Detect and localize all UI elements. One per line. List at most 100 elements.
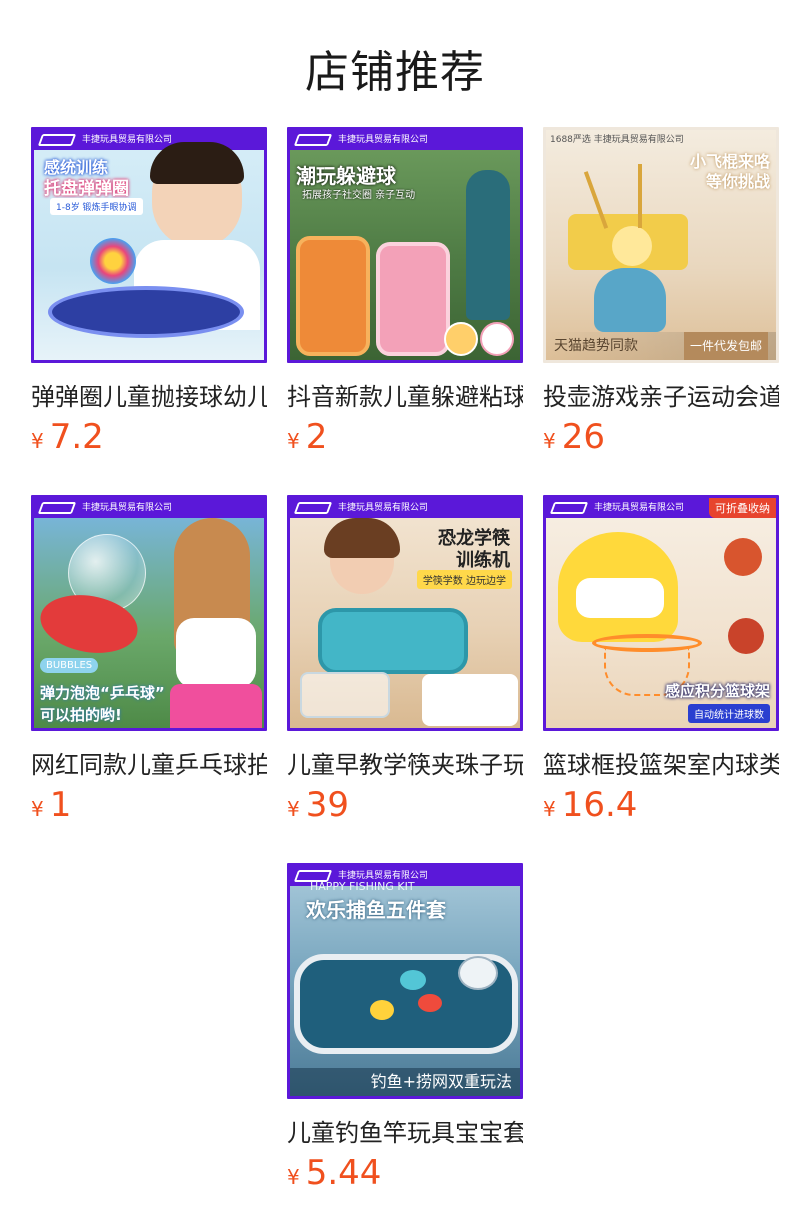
child-hair-shape (150, 142, 244, 184)
currency-symbol: ¥ (543, 797, 556, 821)
price-value: 16.4 (561, 785, 638, 825)
fish-toy-shape (400, 970, 426, 990)
product-price: ¥1 (31, 785, 267, 825)
price-value: 2 (305, 417, 328, 457)
brand-name: 丰捷玩具贸易有限公司 (82, 503, 173, 513)
product-card[interactable]: 丰捷玩具贸易有限公司 BUBBLES 弹力泡泡“乒乓球” 可以拍的哟! 网红同款… (31, 495, 267, 825)
currency-symbol: ¥ (31, 797, 44, 821)
thumb-tag-foldable: 可折叠收纳 (709, 498, 776, 518)
product-price: ¥7.2 (31, 417, 267, 457)
fish-toy-shape-2 (418, 994, 442, 1012)
thumb-headline-2: 可以拍的哟! (40, 706, 122, 724)
product-image[interactable]: 丰捷玩具贸易有限公司 感统训练 托盘弹弹圈 1-8岁 锻炼手眼协调 (31, 127, 267, 363)
currency-symbol: ¥ (287, 1165, 300, 1189)
tray-disc-shape (48, 286, 244, 338)
product-card[interactable]: 丰捷玩具贸易有限公司 HAPPY FISHING KIT 欢乐捕鱼五件套 钓鱼+… (287, 863, 523, 1193)
basketball-shape (724, 538, 762, 576)
thumb-headline-2: 托盘弹弹圈 (44, 179, 129, 199)
fish-game-board-shape (318, 608, 468, 674)
price-value: 7.2 (49, 417, 104, 457)
price-value: 26 (561, 417, 605, 457)
product-image[interactable]: 丰捷玩具贸易有限公司 恐龙学筷 训练机 学筷学数 边玩边学 (287, 495, 523, 731)
brand-logo-icon (549, 502, 589, 514)
number-card-shape (422, 674, 518, 726)
brand-name: 丰捷玩具贸易有限公司 (338, 135, 429, 145)
product-price: ¥5.44 (287, 1153, 523, 1193)
brand-name: 丰捷玩具贸易有限公司 (593, 135, 684, 145)
product-card[interactable]: 丰捷玩具贸易有限公司 可折叠收纳 感应积分篮球架 自动统计进球数 篮球框投篮架室… (543, 495, 779, 825)
thumb-tag: 1-8岁 锻炼手眼协调 (50, 198, 143, 215)
thumb-kit-label: HAPPY FISHING KIT (310, 880, 415, 893)
product-image[interactable]: 丰捷玩具贸易有限公司 可折叠收纳 感应积分篮球架 自动统计进球数 (543, 495, 779, 731)
thumb-tag-trend: 天猫趋势同款 (554, 338, 638, 354)
brand-name: 丰捷玩具贸易有限公司 (594, 503, 685, 513)
thumb-headline-2: 等你挑战 (705, 172, 770, 191)
badge-rabbit-shape (480, 322, 514, 356)
thumb-headline-2: 训练机 (456, 550, 510, 571)
basketball-shape-2 (728, 618, 764, 654)
thumb-tag: 自动统计进球数 (688, 704, 770, 723)
product-name[interactable]: 篮球框投篮架室内球类 (543, 745, 779, 779)
girl-body-shape (176, 618, 256, 688)
brand-band: 丰捷玩具贸易有限公司 (290, 130, 520, 150)
product-image[interactable]: 丰捷玩具贸易有限公司 BUBBLES 弹力泡泡“乒乓球” 可以拍的哟! (31, 495, 267, 731)
currency-symbol: ¥ (287, 429, 300, 453)
product-name[interactable]: 儿童钓鱼竿玩具宝宝套装 (287, 1113, 523, 1147)
brand-logo-icon (37, 134, 77, 146)
cups-shape (300, 672, 390, 718)
product-image[interactable]: 丰捷玩具贸易有限公司 HAPPY FISHING KIT 欢乐捕鱼五件套 钓鱼+… (287, 863, 523, 1099)
brand-band: 1688严选 丰捷玩具贸易有限公司 (546, 130, 776, 150)
product-card[interactable]: 丰捷玩具贸易有限公司 恐龙学筷 训练机 学筷学数 边玩边学 儿童早教学筷夹珠子玩… (287, 495, 523, 825)
vest-monkey-shape (296, 236, 370, 356)
duck-toy-shape (370, 1000, 394, 1020)
brand-name: 丰捷玩具贸易有限公司 (82, 135, 173, 145)
product-card[interactable]: 丰捷玩具贸易有限公司 潮玩躲避球 拓展孩子社交圈 亲子互动 抖音新款儿童躲避粘球… (287, 127, 523, 457)
currency-symbol: ¥ (543, 429, 556, 453)
store-recommendations-page: 店铺推荐 丰捷玩具贸易有限公司 感统训练 托盘弹弹圈 1-8岁 锻炼手眼协调 弹… (0, 0, 790, 1232)
product-name[interactable]: 儿童早教学筷夹珠子玩具 (287, 745, 523, 779)
product-card[interactable]: 丰捷玩具贸易有限公司 感统训练 托盘弹弹圈 1-8岁 锻炼手眼协调 弹弹圈儿童抛… (31, 127, 267, 457)
thumb-bottom-bar: 天猫趋势同款 一件代发包邮 (546, 332, 776, 360)
brand-logo-icon (293, 134, 333, 146)
fuzzy-ball-shape (90, 238, 136, 284)
thumb-tag-1688: 1688严选 (550, 135, 591, 145)
thumb-headline: 弹力泡泡“乒乓球” (40, 684, 165, 702)
chick-face-panel-shape (576, 578, 664, 618)
pot-base-shape (594, 268, 666, 332)
thumb-tag: 学筷学数 边玩边学 (416, 570, 512, 589)
product-image[interactable]: 丰捷玩具贸易有限公司 潮玩躲避球 拓展孩子社交圈 亲子互动 (287, 127, 523, 363)
price-value: 1 (49, 785, 72, 825)
brand-band: 丰捷玩具贸易有限公司 (34, 130, 264, 150)
currency-symbol: ¥ (287, 797, 300, 821)
thumb-subline: 拓展孩子社交圈 亲子互动 (302, 190, 416, 201)
thumb-bottom-bar: 钓鱼+捞网双重玩法 (290, 1068, 520, 1096)
product-name[interactable]: 抖音新款儿童躲避粘球 (287, 377, 523, 411)
child-figure-shape (466, 170, 510, 320)
price-value: 39 (305, 785, 349, 825)
product-name[interactable]: 弹弹圈儿童抛接球幼儿园 (31, 377, 267, 411)
thumb-play-mode: 钓鱼+捞网双重玩法 (370, 1072, 512, 1091)
arrow-stick-shape-2 (638, 164, 642, 228)
pot-face-shape (612, 226, 652, 266)
girl-hair-shape (324, 518, 400, 558)
brand-logo-icon (293, 502, 333, 514)
brand-band: 丰捷玩具贸易有限公司 (34, 498, 264, 518)
brand-band: 丰捷玩具贸易有限公司 (290, 498, 520, 518)
brand-name: 丰捷玩具贸易有限公司 (338, 503, 429, 513)
net-scoop-shape (458, 956, 498, 990)
thumb-tag-bubbles: BUBBLES (40, 658, 99, 673)
girl-skirt-shape (170, 684, 262, 728)
product-name[interactable]: 网红同款儿童乒乓球拍 (31, 745, 267, 779)
product-card[interactable]: 1688严选 丰捷玩具贸易有限公司 小飞棍来咯 等你挑战 天猫趋势同款 一件代发… (543, 127, 779, 457)
product-name[interactable]: 投壶游戏亲子运动会道具 (543, 377, 779, 411)
product-price: ¥16.4 (543, 785, 779, 825)
thumb-headline: 感应积分篮球架 (664, 682, 770, 700)
product-price: ¥26 (543, 417, 779, 457)
badge-monkey-shape (444, 322, 478, 356)
thumb-tag-shipping: 一件代发包邮 (683, 332, 768, 360)
product-price: ¥39 (287, 785, 523, 825)
section-title: 店铺推荐 (305, 47, 485, 98)
currency-symbol: ¥ (31, 429, 44, 453)
product-price: ¥2 (287, 417, 523, 457)
product-image[interactable]: 1688严选 丰捷玩具贸易有限公司 小飞棍来咯 等你挑战 天猫趋势同款 一件代发… (543, 127, 779, 363)
